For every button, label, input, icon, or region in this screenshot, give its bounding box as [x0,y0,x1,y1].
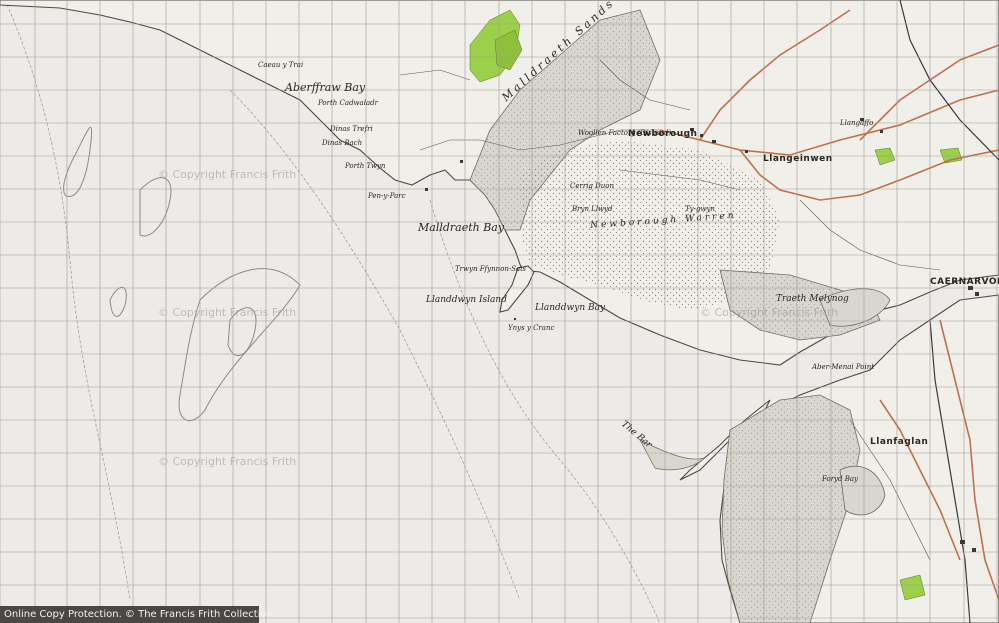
label-porth-twyn: Porth Twyn [345,162,386,170]
label-trwyn-ffynnon-sais: Trwyn Ffynnon-Sais [455,265,527,273]
label-llangeinwen: Llangeinwen [763,154,833,164]
watermark: © Copyright Francis Frith [158,306,297,319]
label-porth-cadwaladr: Porth Cadwaladr [318,99,378,107]
label-abermenai-point: Aber-Menai Point [812,363,875,371]
label-malldraeth-bay: Malldraeth Bay [418,221,505,234]
watermark: © Copyright Francis Frith [158,455,297,468]
label-woollen-factory: Woollen Factory (Disused) [578,129,672,137]
watermark: © Copyright Francis Frith [700,306,839,319]
label-aberffraw-bay: Aberffraw Bay [285,81,366,94]
map[interactable]: Aberffraw Bay Porth Cadwaladr Dinas Tref… [0,0,999,623]
label-ynys-y-cranc: Ynys y Cranc [508,324,555,332]
label-caernarvon: CAERNARVON [930,277,999,287]
watermark: © Copyright Francis Frith [158,168,297,181]
label-cerrig-duon: Cerrig Duon [570,182,614,190]
label-llanddwyn-island: Llanddwyn Island [426,295,507,305]
label-llanfaglan: Llanfaglan [870,437,929,447]
label-ty-gwyn: Ty-gwyn [685,205,715,213]
label-dinas-bach: Dinas Bach [322,139,363,147]
label-dinas-trefri: Dinas Trefri [330,125,373,133]
label-llanddwyn-bay: Llanddwyn Bay [535,303,606,313]
label-llangaffo: Llangaffo [840,119,874,127]
copyright-footer: Online Copy Protection. © The Francis Fr… [0,606,273,623]
label-bryn-llwyd: Bryn Llwyd [572,205,613,213]
label-caeau-y-trai: Caeau y Trai [258,61,304,69]
label-foryd-bay: Foryd Bay [822,475,858,483]
label-pen-y-parc: Pen-y-Parc [368,192,406,200]
label-traeth-melynog: Traeth Melynog [776,294,849,304]
